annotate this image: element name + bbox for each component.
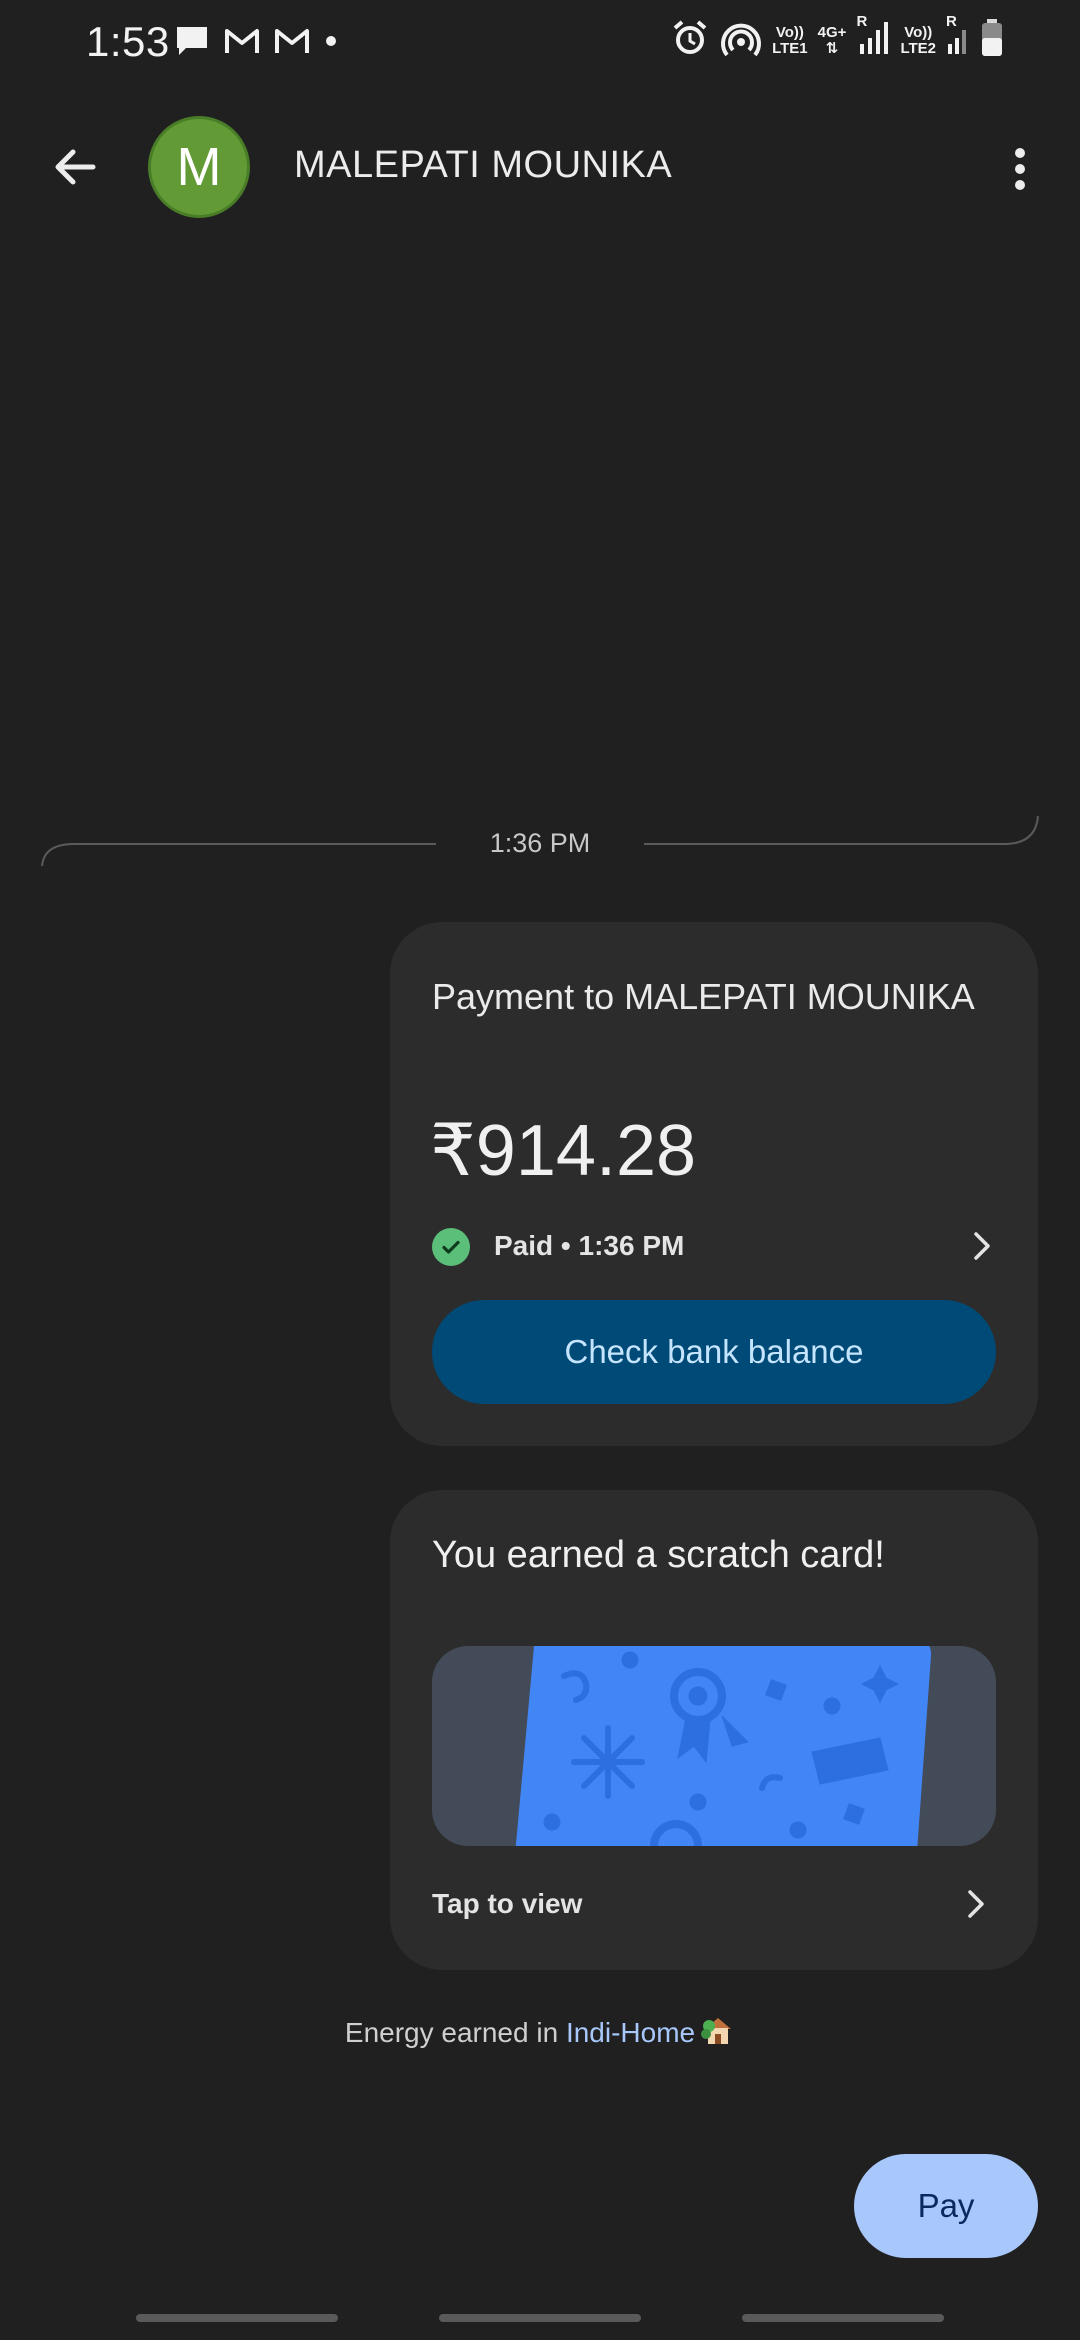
chevron-right-icon — [956, 1884, 996, 1924]
volte-label: Vo)) — [904, 23, 933, 41]
scratch-card[interactable]: You earned a scratch card! Tap to view — [390, 1490, 1038, 1970]
lte-label: LTE2 — [900, 39, 936, 57]
contact-avatar[interactable]: M — [148, 116, 250, 218]
notification-icons — [174, 24, 338, 63]
payment-status: Paid • 1:36 PM — [494, 1230, 685, 1261]
check-circle-icon — [432, 1228, 470, 1266]
volte-sim2-label: Vo)) LTE2 — [900, 23, 936, 57]
avatar-letter: M — [176, 137, 222, 197]
payment-amount: ₹914.28 — [430, 1111, 697, 1191]
nav-handle[interactable] — [136, 2314, 338, 2322]
scratch-title: You earned a scratch card! — [432, 1534, 885, 1576]
more-options-button[interactable] — [990, 134, 1050, 204]
payment-title: Payment to MALEPATI MOUNIKA — [432, 976, 975, 1017]
energy-prefix: Energy earned in — [344, 2017, 566, 2048]
arrow-back-icon — [55, 149, 96, 185]
message-icon — [174, 24, 210, 63]
scratch-card-illustration — [515, 1646, 932, 1846]
navigation-handles — [0, 2314, 1080, 2324]
network-gen-label: 4G+ ⇅ — [817, 23, 847, 57]
status-time: 1:53 — [86, 18, 170, 65]
check-bank-balance-button[interactable]: Check bank balance — [432, 1300, 996, 1404]
tap-to-view-label: Tap to view — [432, 1888, 583, 1919]
signal-sim2: R — [946, 14, 970, 61]
top-app-bar: M MALEPATI MOUNIKA — [0, 100, 1080, 240]
energy-note: Energy earned in Indi-Home — [0, 2014, 1080, 2053]
roaming-label: R — [946, 13, 957, 30]
system-icons: Vo)) LTE1 4G+ ⇅ R Vo)) LTE2 R — [670, 14, 1004, 63]
divider-time: 1:36 PM — [489, 828, 591, 858]
lte-label: LTE1 — [772, 39, 808, 57]
roaming-label: R — [856, 13, 868, 30]
alarm-icon — [670, 18, 710, 63]
nav-handle[interactable] — [439, 2314, 641, 2322]
status-bar: 1:53 Vo)) LTE1 4G+ ⇅ R Vo)) LTE2 R — [0, 0, 1080, 86]
scratch-card-image[interactable] — [432, 1646, 996, 1846]
payment-card[interactable]: Payment to MALEPATI MOUNIKA ₹914.28 Paid… — [390, 922, 1038, 1446]
indi-home-link[interactable]: Indi-Home — [566, 2017, 695, 2048]
back-button[interactable] — [40, 132, 110, 202]
data-arrows-icon: ⇅ — [825, 39, 839, 57]
battery-icon — [980, 18, 1004, 63]
4g-label: 4G+ — [817, 23, 847, 41]
volte-sim1-label: Vo)) LTE1 — [772, 23, 808, 57]
signal-sim1: R — [856, 14, 890, 61]
more-notifications-dot-icon — [324, 34, 338, 53]
pay-button[interactable]: Pay — [854, 2154, 1038, 2258]
nav-handle[interactable] — [742, 2314, 944, 2322]
house-icon — [701, 2014, 735, 2053]
volte-label: Vo)) — [775, 23, 804, 41]
payment-status-row[interactable]: Paid • 1:36 PM — [432, 1226, 1002, 1266]
more-vert-icon — [1015, 148, 1025, 190]
gmail-icon — [274, 27, 310, 60]
chevron-right-icon — [962, 1226, 1002, 1266]
tap-to-view-row[interactable]: Tap to view — [432, 1884, 996, 1924]
date-divider: 1:36 PM — [40, 810, 1040, 870]
gmail-icon — [224, 27, 260, 60]
contact-name[interactable]: MALEPATI MOUNIKA — [294, 144, 672, 187]
hotspot-icon — [720, 18, 762, 63]
